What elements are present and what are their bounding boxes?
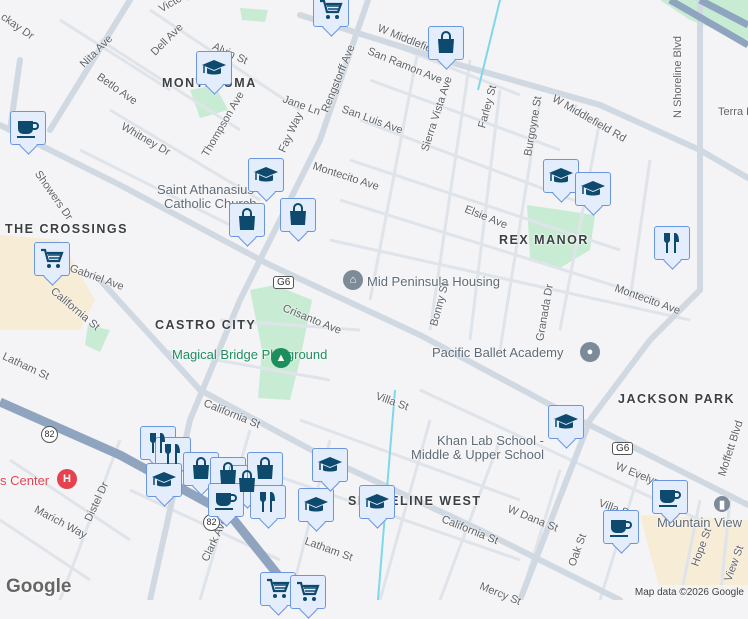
shopping-cart-icon	[41, 248, 64, 268]
fork-knife-marker[interactable]	[250, 485, 286, 519]
shopping-bag-icon	[193, 457, 209, 479]
fork-knife-icon	[165, 444, 180, 464]
shopping-cart-icon	[297, 581, 320, 601]
fork-knife-marker[interactable]	[654, 226, 690, 260]
poi-khan[interactable]: Khan Lab School -	[437, 433, 544, 448]
shopping-bag-marker[interactable]	[280, 198, 316, 232]
graduation-cap-marker[interactable]	[543, 159, 579, 193]
coffee-cup-marker[interactable]	[652, 480, 688, 514]
hospital-icon[interactable]: H	[57, 469, 77, 489]
place-pin-icon[interactable]: ●	[580, 342, 600, 362]
shopping-bag-marker[interactable]	[247, 452, 283, 486]
shopping-bag-marker[interactable]	[428, 26, 464, 60]
coffee-cup-marker[interactable]	[10, 111, 46, 145]
poi-housing[interactable]: Mid Peninsula Housing	[367, 274, 500, 289]
google-logo: Google	[6, 576, 72, 597]
graduation-cap-icon	[254, 167, 278, 182]
fork-knife-icon	[664, 233, 679, 253]
area-label: CASTRO CITY	[155, 318, 257, 332]
poi-church[interactable]: Saint Athanasius	[157, 182, 254, 197]
area-label: JACKSON PARK	[618, 392, 736, 406]
graduation-cap-icon	[304, 497, 328, 512]
coffee-cup-icon	[610, 520, 632, 537]
shopping-bag-icon	[438, 31, 454, 53]
shopping-bag-icon	[239, 208, 255, 230]
poi-ballet[interactable]: Pacific Ballet Academy	[432, 345, 564, 360]
train-icon[interactable]: ▮	[714, 496, 730, 512]
shopping-bag-marker[interactable]	[229, 203, 265, 237]
area-label: REX MANOR	[499, 233, 589, 247]
shopping-cart-icon	[267, 578, 290, 598]
route-g6-shield: G6	[273, 276, 295, 289]
graduation-cap-marker[interactable]	[298, 488, 334, 522]
coffee-cup-marker[interactable]	[603, 510, 639, 544]
poi-khan-line2[interactable]: Middle & Upper School	[411, 447, 544, 462]
coffee-cup-icon	[215, 493, 237, 510]
route-g6-shield: G6	[612, 442, 634, 455]
shopping-cart-marker[interactable]	[34, 242, 70, 276]
shopping-bag-icon	[257, 457, 273, 479]
graduation-cap-marker[interactable]	[196, 51, 232, 85]
fork-knife-icon	[260, 492, 275, 512]
street-label: N Shoreline Blvd	[672, 36, 684, 118]
shopping-cart-marker[interactable]	[290, 575, 326, 609]
graduation-cap-icon	[365, 494, 389, 509]
graduation-cap-icon	[202, 60, 226, 75]
graduation-cap-marker[interactable]	[146, 463, 182, 497]
tree-icon[interactable]: ▲	[271, 348, 291, 368]
route-82-shield: 82	[41, 426, 58, 443]
coffee-cup-marker[interactable]	[208, 483, 244, 517]
graduation-cap-marker[interactable]	[359, 485, 395, 519]
poi-hospital[interactable]: s Center	[0, 473, 49, 488]
shopping-cart-icon	[320, 0, 343, 19]
housing-pin-icon[interactable]: ⌂	[343, 270, 363, 290]
graduation-cap-icon	[318, 457, 342, 472]
coffee-cup-icon	[17, 121, 39, 138]
shopping-bag-marker[interactable]	[183, 452, 219, 486]
street-label: Terra Bella	[718, 106, 748, 118]
graduation-cap-marker[interactable]	[312, 448, 348, 482]
coffee-cup-icon	[659, 490, 681, 507]
shopping-cart-marker[interactable]	[260, 572, 296, 606]
area-label: THE CROSSINGS	[5, 222, 128, 236]
graduation-cap-icon	[554, 414, 578, 429]
fork-knife-marker[interactable]	[155, 437, 191, 471]
poi-park[interactable]: Magical Bridge Playground	[172, 347, 327, 362]
map-attribution: Map data ©2026 Google	[630, 585, 748, 600]
graduation-cap-marker[interactable]	[548, 405, 584, 439]
graduation-cap-icon	[152, 472, 176, 487]
graduation-cap-icon	[549, 168, 573, 183]
graduation-cap-marker[interactable]	[248, 158, 284, 192]
shopping-cart-marker[interactable]	[313, 0, 349, 27]
graduation-cap-icon	[581, 181, 605, 196]
shopping-bag-icon	[290, 203, 306, 225]
graduation-cap-marker[interactable]	[575, 172, 611, 206]
